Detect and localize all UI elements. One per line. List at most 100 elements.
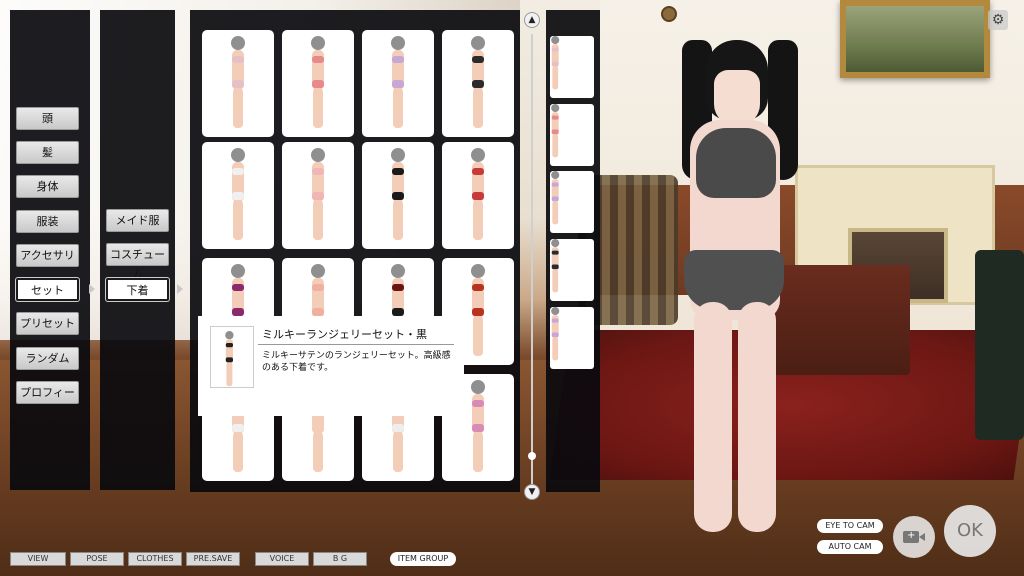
tooltip-thumbnail (210, 326, 254, 388)
outfit-tile[interactable] (442, 142, 514, 249)
category-button-hair[interactable]: 髪 (16, 141, 79, 164)
voice-button[interactable]: VOICE (255, 552, 309, 566)
scroll-down-icon[interactable]: ▼ (524, 484, 540, 500)
outfit-tile[interactable] (282, 142, 354, 249)
figure-head (311, 148, 325, 162)
figure-top (232, 284, 244, 291)
figure-head (551, 171, 560, 180)
subcategory-button-costume[interactable]: コスチューム (106, 243, 169, 282)
figure-bottom (312, 308, 324, 316)
subcategory-button-underwear[interactable]: 下着 (106, 278, 169, 301)
character-model[interactable] (672, 40, 798, 532)
color-variant-swatch[interactable] (550, 307, 594, 369)
settings-gear-icon[interactable]: ⚙ (988, 10, 1008, 30)
color-variant-swatch[interactable] (550, 36, 594, 98)
category-button-head[interactable]: 頭 (16, 107, 79, 130)
clothes-button[interactable]: CLOTHES (128, 552, 182, 566)
figure-top (392, 56, 404, 63)
figure-head (311, 264, 325, 278)
character-leg-left (694, 302, 732, 532)
figure-legs (233, 88, 243, 128)
outfit-figure (229, 36, 247, 131)
category-button-clothes[interactable]: 服装 (16, 210, 79, 233)
chevron-right-icon (89, 284, 95, 294)
figure-legs (552, 201, 559, 225)
color-variant-swatch[interactable] (550, 171, 594, 233)
tooltip-description: ミルキーサテンのランジェリーセット。高級感のある下着です。 (262, 351, 451, 373)
figure-head (471, 264, 485, 278)
painting-frame (840, 0, 990, 78)
figure-legs (233, 432, 243, 472)
figure-legs (313, 200, 323, 240)
category-button-random[interactable]: ランダム (16, 347, 79, 370)
figure-top (225, 343, 233, 348)
figure-head (391, 148, 405, 162)
figure-head (551, 239, 560, 248)
color-variant-swatch[interactable] (550, 104, 594, 166)
figure-bottom (225, 357, 233, 363)
figure-head (551, 307, 560, 316)
outfit-figure (469, 148, 487, 243)
figure-bottom (551, 332, 559, 338)
outfit-tile[interactable] (202, 142, 274, 249)
scroll-thumb[interactable] (528, 452, 536, 460)
camera-add-icon[interactable]: + (893, 516, 935, 558)
color-variant-panel (546, 10, 600, 492)
figure-bottom (551, 196, 559, 202)
category-button-set[interactable]: セット (16, 278, 79, 301)
item-group-button[interactable]: ITEM GROUP (390, 552, 456, 566)
category-button-accessory[interactable]: アクセサリ (16, 244, 79, 267)
figure-top (551, 182, 559, 187)
figure-head (225, 331, 234, 340)
outfit-tile[interactable] (362, 30, 434, 137)
color-variant-swatch[interactable] (550, 239, 594, 301)
outfit-figure (469, 264, 487, 359)
figure-head (231, 36, 245, 50)
eye-to-cam-button[interactable]: EYE TO CAM (817, 519, 883, 533)
figure-head (231, 148, 245, 162)
figure-legs (552, 134, 559, 158)
figure-head (231, 264, 245, 278)
outfit-figure (469, 380, 487, 475)
outfit-figure (309, 148, 327, 243)
subcategory-button-maid[interactable]: メイド服 (106, 209, 169, 232)
figure-top (232, 56, 244, 63)
item-scrollbar[interactable]: ▲ ▼ (522, 12, 542, 502)
pre-save-button[interactable]: PRE.SAVE (186, 552, 240, 566)
figure-head (471, 380, 485, 394)
outfit-tile[interactable] (442, 30, 514, 137)
character-bra (696, 128, 776, 198)
figure-top (551, 47, 559, 52)
view-button[interactable]: VIEW (10, 552, 66, 566)
figure-bottom (312, 424, 324, 432)
outfit-tile[interactable] (202, 30, 274, 137)
character-leg-right (738, 302, 776, 532)
armchair (975, 250, 1024, 440)
figure-top (392, 284, 404, 291)
figure-bottom (312, 192, 324, 200)
figure-legs (313, 432, 323, 472)
auto-cam-button[interactable]: AUTO CAM (817, 540, 883, 554)
figure-head (311, 36, 325, 50)
figure-top (551, 115, 559, 120)
scroll-up-icon[interactable]: ▲ (524, 12, 540, 28)
figure-bottom (472, 192, 484, 200)
ok-button[interactable]: OK (944, 505, 996, 557)
outfit-tile[interactable] (362, 142, 434, 249)
figure-top (392, 168, 404, 175)
category-button-profile[interactable]: プロフィール (16, 381, 79, 420)
figure-bottom (312, 80, 324, 88)
figure-legs (552, 269, 559, 293)
camera-lens (919, 533, 925, 541)
category-button-preset[interactable]: プリセット (16, 312, 79, 335)
category-button-body[interactable]: 身体 (16, 175, 79, 198)
outfit-figure (309, 36, 327, 131)
bg-button[interactable]: B G (313, 552, 367, 566)
figure-bottom (551, 61, 559, 67)
lamp-bulb (661, 6, 677, 22)
figure-top (312, 284, 324, 291)
outfit-tile[interactable] (282, 30, 354, 137)
figure-legs (473, 316, 483, 356)
figure-bottom (392, 308, 404, 316)
pose-button[interactable]: POSE (70, 552, 124, 566)
